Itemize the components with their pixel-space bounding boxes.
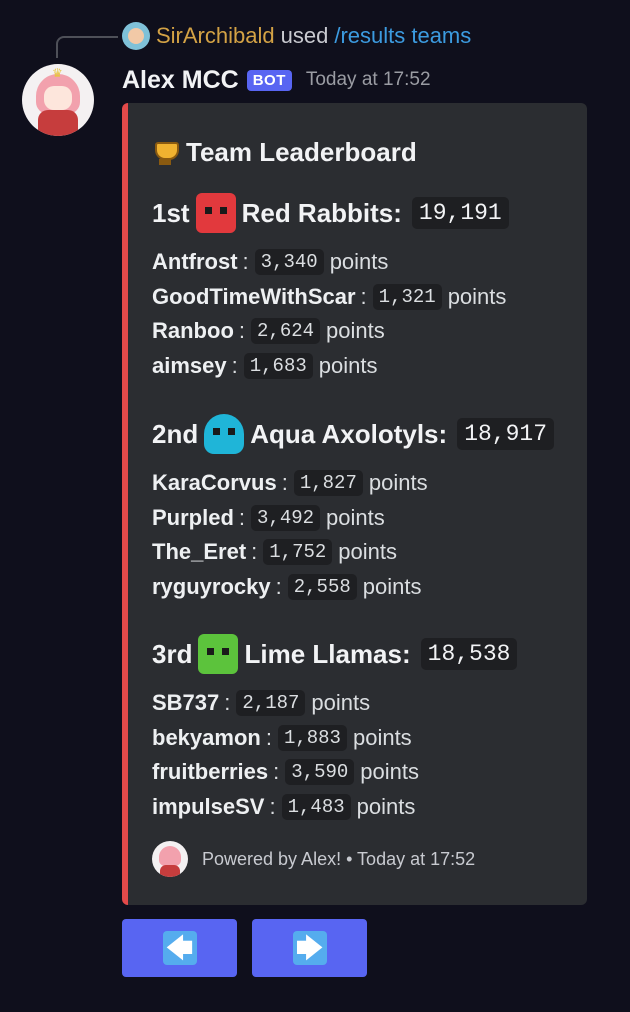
message-timestamp[interactable]: Today at 17:52 bbox=[306, 69, 431, 91]
team-section-3: 3rd Lime Llamas: 18,538 SB737:2,187 point… bbox=[152, 634, 518, 824]
leaderboard-embed: Team Leaderboard 1st Red Rabbits: 19,191… bbox=[122, 103, 587, 905]
points-unit: points bbox=[447, 283, 507, 309]
list-item: GoodTimeWithScar:1,321 points bbox=[152, 283, 507, 310]
list-item: Purpled:3,492 points bbox=[152, 504, 385, 531]
member-points: 1,321 bbox=[372, 283, 442, 310]
team-header: 3rd Lime Llamas: 18,538 bbox=[152, 634, 518, 674]
team-header: 1st Red Rabbits: 19,191 bbox=[152, 193, 509, 233]
list-item: Antfrost:3,340 points bbox=[152, 249, 389, 276]
member-name: The_Eret bbox=[152, 539, 247, 565]
list-item: impulseSV:1,483 points bbox=[152, 793, 416, 820]
list-item: bekyamon:1,883 points bbox=[152, 724, 412, 751]
team-rank: 3rd bbox=[152, 638, 193, 669]
member-name: GoodTimeWithScar bbox=[152, 283, 356, 309]
member-name: impulseSV bbox=[152, 793, 265, 819]
reply-avatar[interactable] bbox=[122, 22, 150, 50]
team-rank: 2nd bbox=[152, 418, 199, 449]
points-unit: points bbox=[338, 539, 398, 565]
points-unit: points bbox=[356, 793, 416, 819]
team-section-1: 1st Red Rabbits: 19,191 Antfrost:3,340 po… bbox=[152, 193, 509, 383]
points-unit: points bbox=[326, 504, 385, 530]
aqua-axolotl-icon bbox=[204, 414, 245, 454]
points-unit: points bbox=[311, 690, 371, 716]
member-points: 3,492 bbox=[251, 504, 321, 531]
embed-title-text: Team Leaderboard bbox=[186, 137, 417, 167]
trophy-icon bbox=[152, 140, 179, 166]
list-item: SB737:2,187 points bbox=[152, 690, 371, 717]
bot-badge: BOT bbox=[246, 69, 292, 91]
team-name: Aqua Axolotyls: bbox=[250, 418, 448, 449]
team-total: 19,191 bbox=[411, 197, 509, 229]
team-rank: 1st bbox=[152, 197, 190, 228]
member-points: 1,483 bbox=[281, 793, 351, 820]
list-item: KaraCorvus:1,827 points bbox=[152, 470, 428, 497]
team-header: 2nd Aqua Axolotyls: 18,917 bbox=[152, 414, 555, 454]
member-name: KaraCorvus bbox=[152, 470, 277, 496]
member-points: 1,683 bbox=[243, 352, 313, 379]
points-unit: points bbox=[318, 352, 378, 378]
reply-command[interactable]: /results teams bbox=[334, 23, 471, 49]
embed-footer: Powered by Alex! • Today at 17:52 bbox=[152, 841, 475, 877]
team-section-2: 2nd Aqua Axolotyls: 18,917 KaraCorvus:1,… bbox=[152, 414, 555, 604]
reply-reference[interactable]: SirArchibald used /results teams bbox=[122, 22, 471, 50]
red-rabbit-icon bbox=[195, 193, 236, 233]
arrow-left-icon: 🡄 bbox=[162, 931, 197, 965]
list-item: ryguyrocky:2,558 points bbox=[152, 573, 422, 600]
member-points: 3,590 bbox=[285, 759, 355, 786]
member-points: 1,827 bbox=[293, 470, 363, 497]
reply-verb: used bbox=[280, 23, 329, 48]
list-item: fruitberries:3,590 points bbox=[152, 759, 420, 786]
team-total: 18,538 bbox=[420, 638, 518, 670]
previous-page-button[interactable]: 🡄 bbox=[122, 919, 237, 977]
embed-title: Team Leaderboard bbox=[152, 137, 417, 168]
member-name: Antfrost bbox=[152, 249, 238, 275]
list-item: The_Eret:1,752 points bbox=[152, 539, 398, 566]
list-item: aimsey:1,683 points bbox=[152, 352, 378, 379]
member-name: SB737 bbox=[152, 690, 220, 716]
member-name: aimsey bbox=[152, 352, 227, 378]
member-points: 1,752 bbox=[263, 539, 333, 566]
member-name: ryguyrocky bbox=[152, 573, 271, 599]
author-avatar[interactable]: ♛ bbox=[22, 64, 94, 136]
team-name: Lime Llamas: bbox=[244, 638, 411, 669]
list-item: Ranboo:2,624 points bbox=[152, 318, 385, 345]
points-unit: points bbox=[368, 470, 428, 496]
points-unit: points bbox=[360, 759, 420, 785]
next-page-button[interactable]: 🡆 bbox=[252, 919, 367, 977]
member-points: 3,340 bbox=[254, 249, 324, 276]
member-name: bekyamon bbox=[152, 724, 261, 750]
reply-username[interactable]: SirArchibald bbox=[156, 23, 275, 49]
member-points: 2,558 bbox=[287, 573, 357, 600]
arrow-right-icon: 🡆 bbox=[292, 931, 327, 965]
points-unit: points bbox=[326, 318, 385, 344]
footer-text: Powered by Alex! • Today at 17:52 bbox=[202, 848, 476, 869]
reply-connector bbox=[56, 36, 118, 58]
points-unit: points bbox=[362, 573, 422, 599]
author-name[interactable]: Alex MCC bbox=[122, 66, 239, 95]
member-name: Ranboo bbox=[152, 318, 234, 344]
member-points: 2,187 bbox=[236, 690, 306, 717]
team-total: 18,917 bbox=[457, 418, 555, 450]
footer-avatar bbox=[152, 841, 188, 877]
member-name: fruitberries bbox=[152, 759, 269, 785]
lime-llama-icon bbox=[198, 634, 239, 674]
member-points: 1,883 bbox=[277, 724, 347, 751]
points-unit: points bbox=[352, 724, 412, 750]
member-name: Purpled bbox=[152, 504, 234, 530]
points-unit: points bbox=[329, 249, 389, 275]
message-header: Alex MCC BOT Today at 17:52 bbox=[122, 62, 431, 98]
team-name: Red Rabbits: bbox=[241, 197, 402, 228]
member-points: 2,624 bbox=[251, 318, 321, 345]
